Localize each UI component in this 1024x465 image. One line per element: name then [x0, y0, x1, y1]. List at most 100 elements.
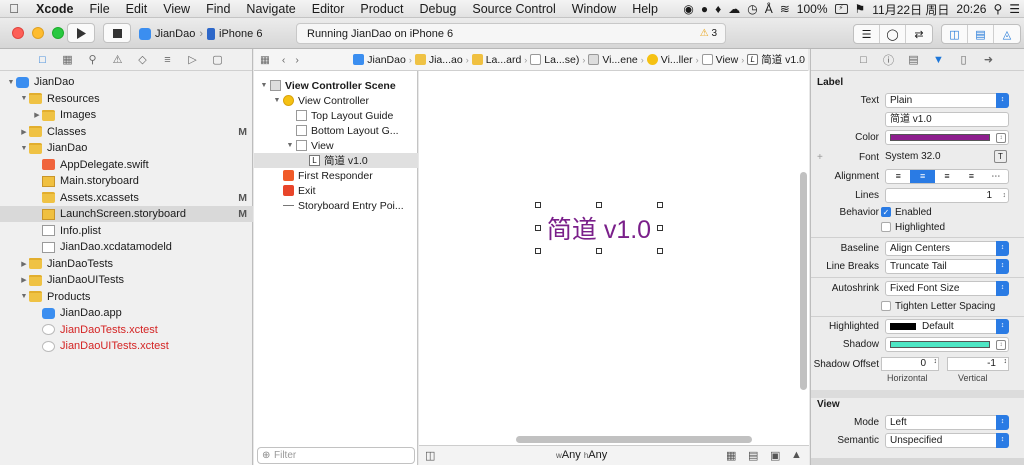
- forward-arrow-icon[interactable]: ›: [295, 54, 299, 66]
- report-navigator-icon[interactable]: ▢: [205, 53, 230, 66]
- outline-row[interactable]: Exit: [254, 183, 418, 198]
- menu-navigate[interactable]: Navigate: [238, 2, 303, 16]
- crumb-file[interactable]: La...ard: [469, 54, 525, 66]
- align-right-icon[interactable]: ≡: [935, 170, 959, 183]
- enabled-checkbox[interactable]: ✓ Enabled: [881, 207, 932, 218]
- stop-button[interactable]: [103, 23, 131, 43]
- add-variation-icon[interactable]: +: [817, 152, 823, 163]
- apple-menu-icon[interactable]: : [0, 1, 28, 16]
- debug-navigator-icon[interactable]: ≡: [155, 54, 180, 66]
- menu-debug[interactable]: Debug: [412, 2, 465, 16]
- navigator-row[interactable]: Main.storyboard: [0, 173, 253, 189]
- disclosure-closed-icon[interactable]: ▶: [19, 260, 29, 268]
- evernote-icon[interactable]: ♦: [715, 2, 721, 16]
- menu-source-control[interactable]: Source Control: [464, 2, 563, 16]
- semantic-popup[interactable]: Unspecified ↕: [885, 433, 1009, 448]
- battery-icon[interactable]: ⚡: [834, 4, 848, 14]
- connections-inspector-icon[interactable]: ➜: [976, 53, 1001, 66]
- navigator-row[interactable]: ▼ JianDao: [0, 140, 253, 156]
- chevron-down-icon[interactable]: ›: [799, 54, 803, 66]
- menu-view[interactable]: View: [155, 2, 198, 16]
- disclosure-open-icon[interactable]: ▼: [19, 145, 29, 152]
- menu-find[interactable]: Find: [198, 2, 238, 16]
- content-mode-popup[interactable]: Left ↕: [885, 415, 1009, 430]
- highlighted-checkbox[interactable]: Highlighted: [881, 222, 945, 233]
- autoshrink-popup[interactable]: Fixed Font Size ↕: [885, 281, 1009, 296]
- time-text[interactable]: 20:26: [956, 2, 986, 16]
- toggle-debug-area-button[interactable]: ▤: [968, 25, 994, 43]
- camera-icon[interactable]: ◉: [683, 2, 693, 16]
- pin-icon[interactable]: ▣: [770, 449, 780, 462]
- resize-handle[interactable]: [657, 225, 663, 231]
- resize-handle[interactable]: [596, 202, 602, 208]
- crumb-project[interactable]: JianDao: [350, 54, 409, 66]
- resize-handle[interactable]: [596, 248, 602, 254]
- align-justify-icon[interactable]: ≡: [959, 170, 983, 183]
- toggle-utilities-button[interactable]: ◬: [994, 25, 1020, 43]
- navigator-row[interactable]: Info.plist: [0, 223, 253, 239]
- align-center-icon[interactable]: ≡: [910, 170, 935, 183]
- resize-handle[interactable]: [535, 202, 541, 208]
- menu-app[interactable]: Xcode: [28, 2, 82, 16]
- find-navigator-icon[interactable]: ⚲: [80, 53, 105, 66]
- menu-edit[interactable]: Edit: [118, 2, 156, 16]
- menu-window[interactable]: Window: [564, 2, 624, 16]
- resize-handle[interactable]: [657, 248, 663, 254]
- issue-navigator-icon[interactable]: ⚠: [105, 53, 130, 66]
- text-color-well[interactable]: ↕: [885, 130, 1009, 145]
- flag-icon[interactable]: ⚑: [855, 2, 866, 16]
- stepper-icon[interactable]: ↕: [1004, 358, 1008, 365]
- navigator-row[interactable]: JianDao.app: [0, 305, 253, 321]
- test-navigator-icon[interactable]: ◇: [130, 53, 155, 66]
- font-picker-icon[interactable]: T: [994, 150, 1007, 163]
- menu-product[interactable]: Product: [352, 2, 411, 16]
- linebreaks-popup[interactable]: Truncate Tail ↕: [885, 259, 1009, 274]
- scheme-selector[interactable]: JianDao › iPhone 6: [139, 24, 262, 44]
- scheme-target[interactable]: JianDao: [155, 28, 195, 40]
- back-arrow-icon[interactable]: ‹: [282, 54, 286, 66]
- quick-help-icon[interactable]: ⓘ: [876, 52, 901, 68]
- run-button[interactable]: [67, 23, 95, 43]
- navigator-row[interactable]: ▼ Products: [0, 289, 253, 305]
- crumb-group[interactable]: Jia...ao: [412, 54, 466, 66]
- notification-icon[interactable]: ☰: [1009, 2, 1020, 16]
- baseline-popup[interactable]: Align Centers ↕: [885, 241, 1009, 256]
- symbol-navigator-icon[interactable]: ▦: [55, 53, 80, 66]
- resolve-issues-icon[interactable]: ▲: [791, 449, 802, 461]
- disclosure-open-icon[interactable]: ▼: [271, 97, 283, 104]
- outline-row[interactable]: First Responder: [254, 168, 418, 183]
- interface-builder-canvas[interactable]: [419, 71, 809, 445]
- warning-indicator[interactable]: ⚠ 3: [700, 24, 717, 44]
- align-left-icon[interactable]: ≡: [886, 170, 910, 183]
- attributes-inspector-icon[interactable]: ▼: [926, 54, 951, 66]
- close-window-button[interactable]: [12, 27, 24, 39]
- navigator-row[interactable]: Assets.xcassets M: [0, 190, 253, 206]
- navigator-row[interactable]: JianDao.xcdatamodeld: [0, 239, 253, 255]
- navigator-row[interactable]: ▶ Classes M: [0, 124, 253, 140]
- align-natural-icon[interactable]: ⋯: [984, 170, 1008, 183]
- align-icon[interactable]: ▤: [748, 449, 758, 462]
- highlighted-color-popup[interactable]: Default ↕: [885, 319, 1009, 334]
- disclosure-open-icon[interactable]: ▼: [284, 142, 296, 149]
- standard-editor-button[interactable]: ☰: [854, 25, 880, 43]
- minimize-window-button[interactable]: [32, 27, 44, 39]
- launch-label[interactable]: 简道 v1.0: [538, 205, 660, 251]
- crumb-scene[interactable]: Vi...ene: [585, 54, 640, 66]
- disclosure-closed-icon[interactable]: ▶: [32, 111, 42, 119]
- text-type-popup[interactable]: Plain ↕: [885, 93, 1009, 108]
- vertical-scrollbar[interactable]: [800, 172, 807, 390]
- disclosure-open-icon[interactable]: ▼: [258, 82, 270, 89]
- zoom-window-button[interactable]: [52, 27, 64, 39]
- stack-icon[interactable]: ▦: [726, 449, 736, 462]
- shadow-color-well[interactable]: ↕: [885, 337, 1009, 352]
- identity-inspector-icon[interactable]: ▤: [901, 53, 926, 66]
- spotlight-icon[interactable]: ⚲: [993, 2, 1002, 16]
- crumb-view[interactable]: View: [699, 54, 742, 66]
- menu-editor[interactable]: Editor: [304, 2, 353, 16]
- outline-filter-field[interactable]: ⊕ Filter: [257, 447, 415, 464]
- chat-icon[interactable]: ●: [701, 2, 708, 16]
- stepper-icon[interactable]: ↕: [1003, 189, 1007, 202]
- disclosure-open-icon[interactable]: ▼: [6, 79, 16, 86]
- outline-row[interactable]: Storyboard Entry Poi...: [254, 198, 418, 213]
- navigator-row[interactable]: ▼ JianDao: [0, 74, 253, 90]
